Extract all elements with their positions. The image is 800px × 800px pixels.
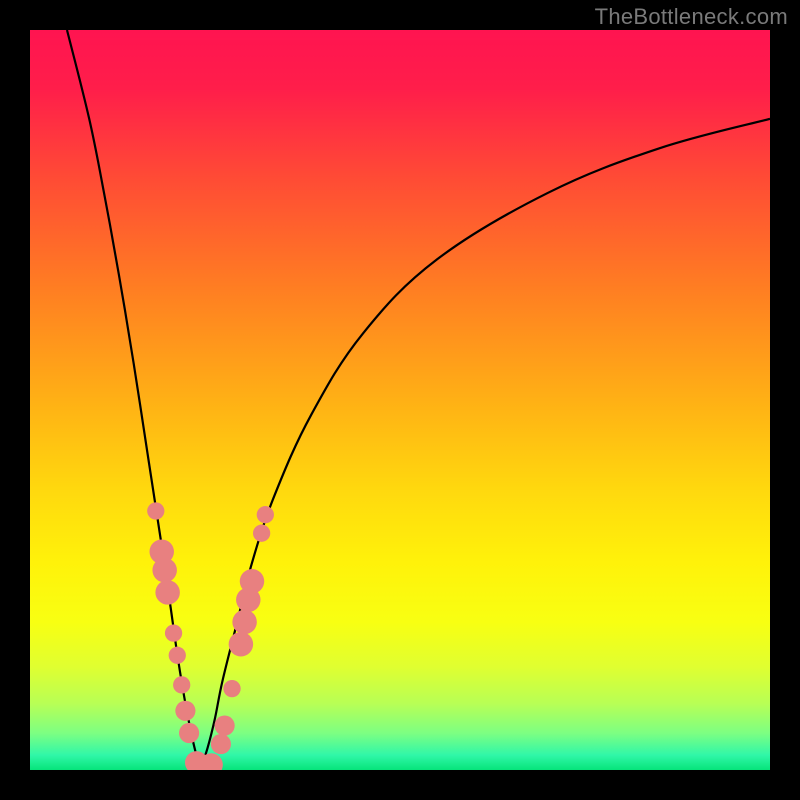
- highlight-dot: [155, 580, 179, 604]
- highlight-dot: [147, 502, 164, 519]
- highlight-dot: [179, 723, 199, 743]
- highlight-dot: [165, 624, 182, 641]
- highlight-dot: [152, 558, 176, 582]
- curve-layer: [30, 30, 770, 770]
- highlight-dots: [147, 502, 274, 770]
- highlight-dot: [169, 647, 186, 664]
- highlight-dot: [223, 680, 240, 697]
- chart-container: TheBottleneck.com: [0, 0, 800, 800]
- highlight-dot: [229, 632, 253, 656]
- bottleneck-curve-right: [200, 119, 770, 770]
- plot-area: [30, 30, 770, 770]
- highlight-dot: [232, 610, 256, 634]
- highlight-dot: [240, 569, 264, 593]
- highlight-dot: [253, 525, 270, 542]
- highlight-dot: [257, 506, 274, 523]
- highlight-dot: [215, 716, 235, 736]
- highlight-dot: [173, 676, 190, 693]
- watermark-text: TheBottleneck.com: [595, 4, 788, 30]
- highlight-dot: [175, 701, 195, 721]
- highlight-dot: [211, 734, 231, 754]
